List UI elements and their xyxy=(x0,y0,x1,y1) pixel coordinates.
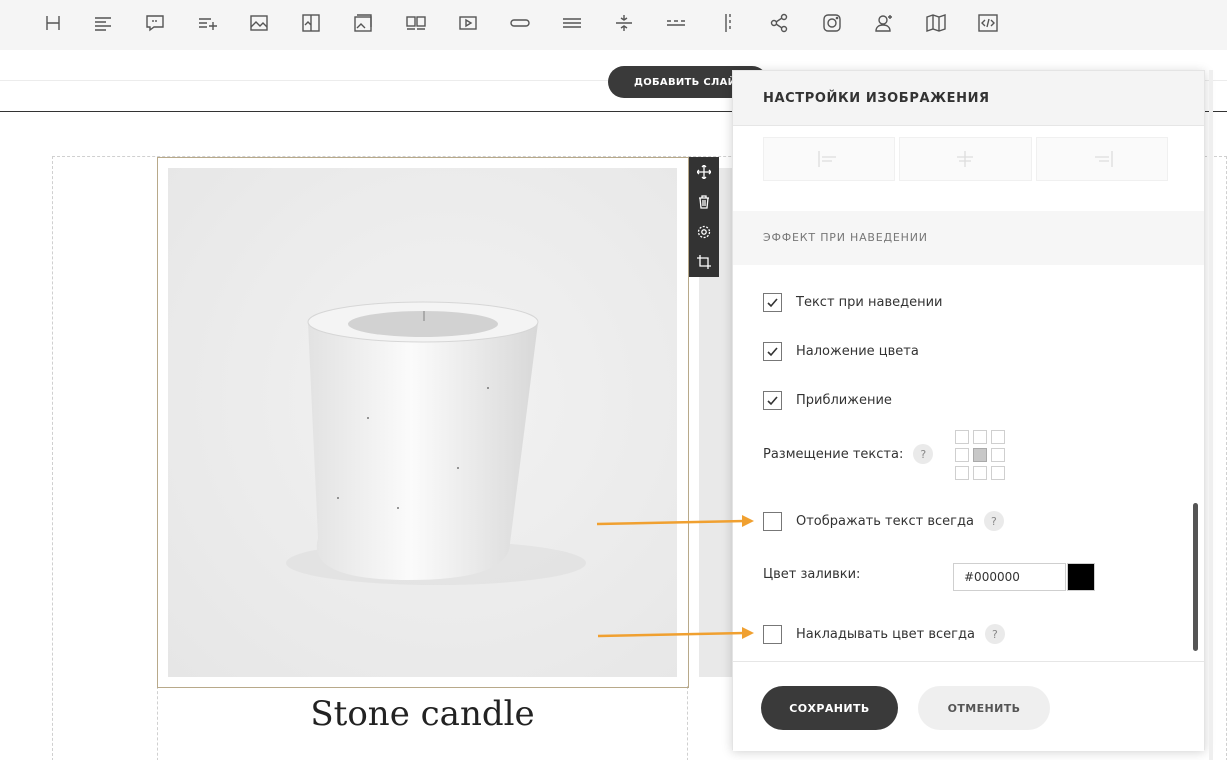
block-toolbar xyxy=(0,0,1227,50)
instagram-icon[interactable] xyxy=(820,11,844,35)
checkbox-label: Наложение цвета xyxy=(796,344,919,359)
checkbox-unchecked[interactable] xyxy=(763,624,782,644)
trash-icon[interactable] xyxy=(689,187,719,217)
checkbox-color-overlay[interactable]: Наложение цвета xyxy=(763,342,919,361)
checkbox-label: Накладывать цвет всегда xyxy=(796,626,975,642)
code-icon[interactable] xyxy=(976,11,1000,35)
text-position-label: Размещение текста: xyxy=(763,446,904,462)
image-text-icon[interactable] xyxy=(299,11,323,35)
checkbox-zoom[interactable]: Приближение xyxy=(763,391,892,410)
image-icon[interactable] xyxy=(247,11,271,35)
section-label: ЭФФЕКТ ПРИ НАВЕДЕНИИ xyxy=(763,231,928,244)
video-icon[interactable] xyxy=(456,11,480,35)
checkbox-checked-icon[interactable] xyxy=(763,391,782,410)
vertical-divider-icon[interactable] xyxy=(716,11,740,35)
fill-color-label: Цвет заливки: xyxy=(763,567,861,582)
checkbox-checked-icon[interactable] xyxy=(763,293,782,312)
save-button[interactable]: СОХРАНИТЬ xyxy=(761,686,898,730)
share-icon[interactable] xyxy=(767,11,791,35)
user-add-icon[interactable] xyxy=(872,11,896,35)
position-middle-right[interactable] xyxy=(991,448,1005,462)
crop-icon[interactable] xyxy=(689,247,719,277)
image-caption-icon[interactable] xyxy=(351,11,375,35)
text-position-row: Размещение текста: ? xyxy=(763,444,934,464)
gallery-icon[interactable] xyxy=(404,11,428,35)
align-center-icon[interactable] xyxy=(899,137,1032,181)
card-title[interactable]: Stone candle xyxy=(157,694,688,734)
candle-image[interactable] xyxy=(168,168,677,677)
text-position-grid xyxy=(955,430,1005,480)
position-middle-center[interactable] xyxy=(973,448,987,462)
panel-scrollbar[interactable] xyxy=(1193,503,1198,651)
move-icon[interactable] xyxy=(689,157,719,187)
list-add-icon[interactable] xyxy=(196,11,220,35)
gear-icon[interactable] xyxy=(689,217,719,247)
checkbox-checked-icon[interactable] xyxy=(763,342,782,361)
align-right-icon[interactable] xyxy=(1035,137,1168,181)
spacer-icon[interactable] xyxy=(612,11,636,35)
fill-color-swatch[interactable] xyxy=(1067,563,1095,591)
position-top-right[interactable] xyxy=(991,430,1005,444)
fill-color-input[interactable] xyxy=(953,563,1066,591)
help-icon[interactable]: ? xyxy=(984,624,1005,644)
position-bottom-center[interactable] xyxy=(973,466,987,480)
map-icon[interactable] xyxy=(924,11,948,35)
quote-icon[interactable] xyxy=(143,11,167,35)
cancel-button[interactable]: ОТМЕНИТЬ xyxy=(918,686,1050,730)
checkbox-label: Текст при наведении xyxy=(796,295,943,310)
help-icon[interactable]: ? xyxy=(913,444,934,464)
position-bottom-left[interactable] xyxy=(955,466,969,480)
text-icon[interactable] xyxy=(91,11,115,35)
alignment-options xyxy=(763,137,1168,181)
position-middle-left[interactable] xyxy=(955,448,969,462)
card-tools xyxy=(689,157,719,277)
dashed-line-icon[interactable] xyxy=(664,11,688,35)
divider-icon[interactable] xyxy=(560,11,584,35)
panel-header: НАСТРОЙКИ ИЗОБРАЖЕНИЯ xyxy=(733,71,1204,126)
button-icon[interactable] xyxy=(508,11,532,35)
image-settings-panel: НАСТРОЙКИ ИЗОБРАЖЕНИЯ ЭФФЕКТ ПРИ НАВЕДЕН… xyxy=(732,70,1205,751)
checkbox-unchecked[interactable] xyxy=(763,511,782,531)
page-scrollbar[interactable] xyxy=(1209,70,1213,760)
panel-title: НАСТРОЙКИ ИЗОБРАЖЕНИЯ xyxy=(763,91,990,106)
checkbox-show-text-always[interactable]: Отображать текст всегда ? xyxy=(763,511,1004,531)
checkbox-hover-text[interactable]: Текст при наведении xyxy=(763,293,943,312)
position-top-left[interactable] xyxy=(955,430,969,444)
position-bottom-right[interactable] xyxy=(991,466,1005,480)
checkbox-label: Отображать текст всегда xyxy=(796,513,974,529)
checkbox-label: Приближение xyxy=(796,393,892,408)
help-icon[interactable]: ? xyxy=(983,511,1004,531)
position-top-center[interactable] xyxy=(973,430,987,444)
checkbox-overlay-always[interactable]: Накладывать цвет всегда ? xyxy=(763,624,1005,644)
hover-effect-section: ЭФФЕКТ ПРИ НАВЕДЕНИИ xyxy=(733,211,1204,265)
panel-footer: СОХРАНИТЬ ОТМЕНИТЬ xyxy=(733,661,1204,751)
align-left-icon[interactable] xyxy=(763,137,896,181)
heading-icon[interactable] xyxy=(41,11,65,35)
